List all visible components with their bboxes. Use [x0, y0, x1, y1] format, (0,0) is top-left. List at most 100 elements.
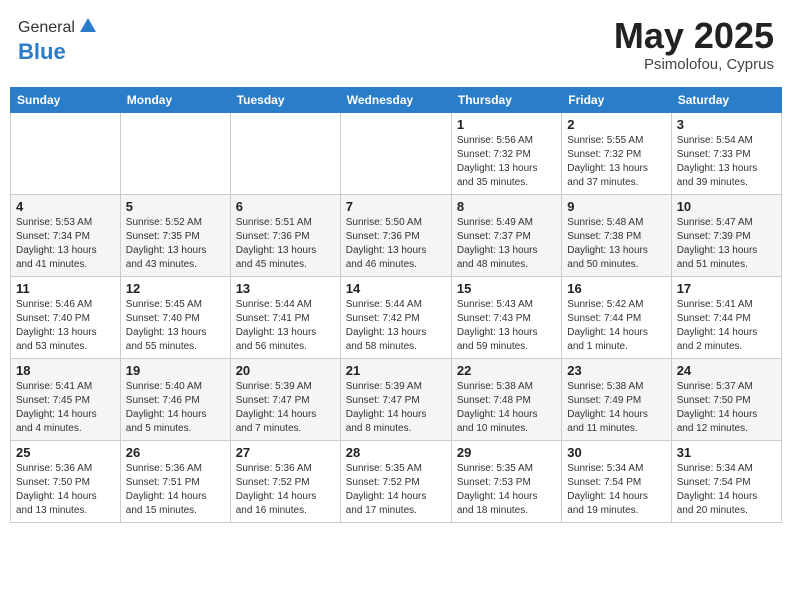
day-cell: 13 Sunrise: 5:44 AMSunset: 7:41 PMDayligh…: [230, 276, 340, 358]
day-number: 21: [346, 363, 446, 378]
day-cell: 16Sunrise: 5:42 AMSunset: 7:44 PMDayligh…: [562, 276, 671, 358]
day-info: Sunrise: 5:39 AMSunset: 7:47 PMDaylight:…: [236, 380, 335, 436]
week-row-3: 11 Sunrise: 5:46 AMSunset: 7:40 PMDayligh…: [11, 276, 782, 358]
day-number: 22: [457, 363, 556, 378]
day-info: Sunrise: 5:52 AMSunset: 7:35 PMDaylight:…: [126, 216, 225, 272]
day-info: Sunrise: 5:35 AMSunset: 7:53 PMDaylight:…: [457, 462, 556, 518]
location-subtitle: Psimolofou, Cyprus: [614, 56, 774, 73]
day-number: 29: [457, 445, 556, 460]
day-cell: 21 Sunrise: 5:39 AMSunset: 7:47 PMDayligh…: [340, 358, 451, 440]
day-info: Sunrise: 5:39 AMSunset: 7:47 PMDaylight:…: [346, 380, 446, 436]
day-number: 17: [677, 281, 776, 296]
day-cell: 25 Sunrise: 5:36 AMSunset: 7:50 PMDayligh…: [11, 440, 121, 522]
day-number: 2: [567, 117, 665, 132]
month-title: May 2025: [614, 16, 774, 56]
day-cell: 4 Sunrise: 5:53 AMSunset: 7:34 PMDaylight…: [11, 194, 121, 276]
day-number: 3: [677, 117, 776, 132]
day-info: Sunrise: 5:51 AMSunset: 7:36 PMDaylight:…: [236, 216, 335, 272]
day-info: Sunrise: 5:54 AMSunset: 7:33 PMDaylight:…: [677, 134, 776, 190]
day-info: Sunrise: 5:44 AMSunset: 7:42 PMDaylight:…: [346, 298, 446, 354]
day-cell: 27 Sunrise: 5:36 AMSunset: 7:52 PMDayligh…: [230, 440, 340, 522]
day-cell: [340, 112, 451, 194]
day-cell: [11, 112, 121, 194]
day-number: 25: [16, 445, 115, 460]
day-info: Sunrise: 5:56 AMSunset: 7:32 PMDaylight:…: [457, 134, 556, 190]
day-info: Sunrise: 5:41 AMSunset: 7:45 PMDaylight:…: [16, 380, 115, 436]
week-row-4: 18 Sunrise: 5:41 AMSunset: 7:45 PMDayligh…: [11, 358, 782, 440]
day-cell: 12 Sunrise: 5:45 AMSunset: 7:40 PMDayligh…: [120, 276, 230, 358]
day-number: 8: [457, 199, 556, 214]
calendar-table: SundayMondayTuesdayWednesdayThursdayFrid…: [10, 87, 782, 523]
day-info: Sunrise: 5:37 AMSunset: 7:50 PMDaylight:…: [677, 380, 776, 436]
day-cell: 3 Sunrise: 5:54 AMSunset: 7:33 PMDaylight…: [671, 112, 781, 194]
day-cell: 31Sunrise: 5:34 AMSunset: 7:54 PMDayligh…: [671, 440, 781, 522]
day-cell: 22 Sunrise: 5:38 AMSunset: 7:48 PMDayligh…: [451, 358, 561, 440]
day-cell: 17 Sunrise: 5:41 AMSunset: 7:44 PMDayligh…: [671, 276, 781, 358]
day-cell: 6 Sunrise: 5:51 AMSunset: 7:36 PMDaylight…: [230, 194, 340, 276]
day-info: Sunrise: 5:55 AMSunset: 7:32 PMDaylight:…: [567, 134, 665, 190]
day-cell: 30Sunrise: 5:34 AMSunset: 7:54 PMDayligh…: [562, 440, 671, 522]
day-cell: 15 Sunrise: 5:43 AMSunset: 7:43 PMDayligh…: [451, 276, 561, 358]
day-number: 7: [346, 199, 446, 214]
day-cell: 5 Sunrise: 5:52 AMSunset: 7:35 PMDaylight…: [120, 194, 230, 276]
day-info: Sunrise: 5:43 AMSunset: 7:43 PMDaylight:…: [457, 298, 556, 354]
day-info: Sunrise: 5:38 AMSunset: 7:48 PMDaylight:…: [457, 380, 556, 436]
day-info: Sunrise: 5:41 AMSunset: 7:44 PMDaylight:…: [677, 298, 776, 354]
day-cell: 24 Sunrise: 5:37 AMSunset: 7:50 PMDayligh…: [671, 358, 781, 440]
weekday-header-wednesday: Wednesday: [340, 87, 451, 112]
day-info: Sunrise: 5:40 AMSunset: 7:46 PMDaylight:…: [126, 380, 225, 436]
day-info: Sunrise: 5:45 AMSunset: 7:40 PMDaylight:…: [126, 298, 225, 354]
day-info: Sunrise: 5:49 AMSunset: 7:37 PMDaylight:…: [457, 216, 556, 272]
day-info: Sunrise: 5:48 AMSunset: 7:38 PMDaylight:…: [567, 216, 665, 272]
weekday-header-sunday: Sunday: [11, 87, 121, 112]
logo-icon: [78, 16, 96, 34]
weekday-header-tuesday: Tuesday: [230, 87, 340, 112]
day-info: Sunrise: 5:53 AMSunset: 7:34 PMDaylight:…: [16, 216, 115, 272]
day-cell: 7 Sunrise: 5:50 AMSunset: 7:36 PMDaylight…: [340, 194, 451, 276]
day-info: Sunrise: 5:50 AMSunset: 7:36 PMDaylight:…: [346, 216, 446, 272]
day-cell: 18 Sunrise: 5:41 AMSunset: 7:45 PMDayligh…: [11, 358, 121, 440]
day-number: 28: [346, 445, 446, 460]
week-row-1: 1 Sunrise: 5:56 AMSunset: 7:32 PMDaylight…: [11, 112, 782, 194]
day-cell: 28 Sunrise: 5:35 AMSunset: 7:52 PMDayligh…: [340, 440, 451, 522]
day-number: 10: [677, 199, 776, 214]
day-number: 4: [16, 199, 115, 214]
day-cell: 19Sunrise: 5:40 AMSunset: 7:46 PMDayligh…: [120, 358, 230, 440]
day-number: 9: [567, 199, 665, 214]
day-number: 12: [126, 281, 225, 296]
logo-blue-text: Blue: [18, 39, 66, 64]
week-row-5: 25 Sunrise: 5:36 AMSunset: 7:50 PMDayligh…: [11, 440, 782, 522]
day-number: 11: [16, 281, 115, 296]
day-cell: 23Sunrise: 5:38 AMSunset: 7:49 PMDayligh…: [562, 358, 671, 440]
weekday-header-monday: Monday: [120, 87, 230, 112]
day-number: 15: [457, 281, 556, 296]
day-info: Sunrise: 5:38 AMSunset: 7:49 PMDaylight:…: [567, 380, 665, 436]
day-number: 6: [236, 199, 335, 214]
day-number: 5: [126, 199, 225, 214]
day-number: 18: [16, 363, 115, 378]
weekday-header-saturday: Saturday: [671, 87, 781, 112]
day-number: 20: [236, 363, 335, 378]
day-number: 16: [567, 281, 665, 296]
day-info: Sunrise: 5:36 AMSunset: 7:52 PMDaylight:…: [236, 462, 335, 518]
day-cell: 9 Sunrise: 5:48 AMSunset: 7:38 PMDaylight…: [562, 194, 671, 276]
day-info: Sunrise: 5:35 AMSunset: 7:52 PMDaylight:…: [346, 462, 446, 518]
day-cell: [230, 112, 340, 194]
title-block: May 2025 Psimolofou, Cyprus: [614, 16, 774, 73]
day-number: 24: [677, 363, 776, 378]
day-info: Sunrise: 5:36 AMSunset: 7:51 PMDaylight:…: [126, 462, 225, 518]
weekday-header-row: SundayMondayTuesdayWednesdayThursdayFrid…: [11, 87, 782, 112]
day-number: 1: [457, 117, 556, 132]
weekday-header-friday: Friday: [562, 87, 671, 112]
day-number: 26: [126, 445, 225, 460]
day-number: 27: [236, 445, 335, 460]
day-info: Sunrise: 5:46 AMSunset: 7:40 PMDaylight:…: [16, 298, 115, 354]
logo: General Blue: [18, 16, 96, 65]
day-info: Sunrise: 5:44 AMSunset: 7:41 PMDaylight:…: [236, 298, 335, 354]
week-row-2: 4 Sunrise: 5:53 AMSunset: 7:34 PMDaylight…: [11, 194, 782, 276]
page-header: General Blue May 2025 Psimolofou, Cyprus: [10, 10, 782, 79]
day-cell: 10Sunrise: 5:47 AMSunset: 7:39 PMDayligh…: [671, 194, 781, 276]
day-number: 13: [236, 281, 335, 296]
day-cell: 20 Sunrise: 5:39 AMSunset: 7:47 PMDayligh…: [230, 358, 340, 440]
day-info: Sunrise: 5:36 AMSunset: 7:50 PMDaylight:…: [16, 462, 115, 518]
